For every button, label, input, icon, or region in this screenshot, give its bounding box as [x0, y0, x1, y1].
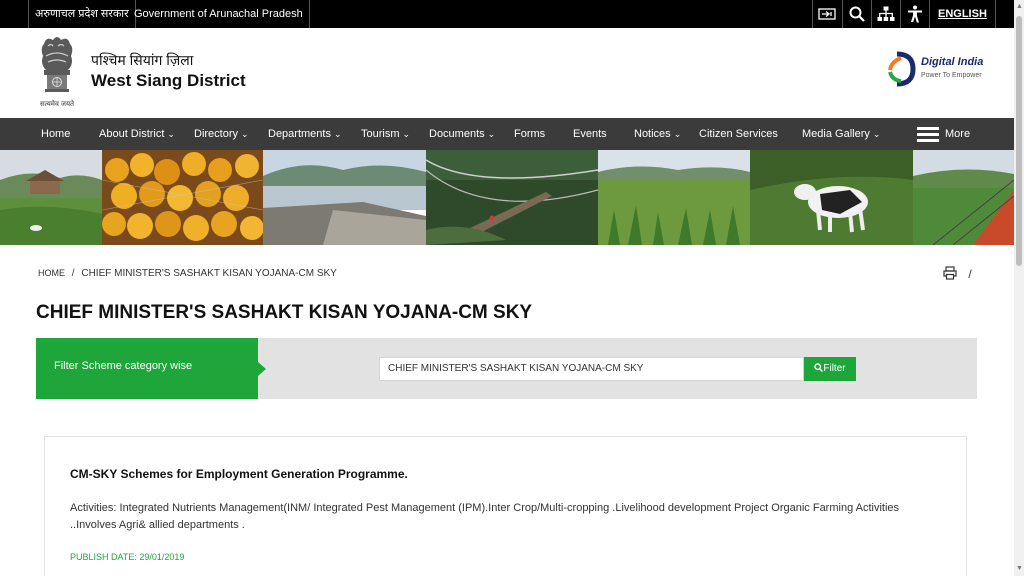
- filter-button-label: Filter: [823, 363, 846, 374]
- page-scrollbar[interactable]: ▲ ▼: [1014, 0, 1024, 576]
- filter-label: Filter Scheme category wise: [36, 338, 266, 399]
- nav-events-label: Events: [573, 128, 607, 140]
- chevron-down-icon: ⌄: [167, 129, 175, 139]
- nav-forms-label: Forms: [514, 128, 546, 140]
- nav-more-button[interactable]: More: [917, 118, 970, 150]
- banner-image-bridge: [913, 150, 1014, 245]
- nav-about-district[interactable]: About District ⌄: [99, 118, 175, 150]
- publish-date: PUBLISH DATE: 29/01/2019: [70, 552, 184, 562]
- filter-button[interactable]: Filter: [804, 357, 856, 381]
- digital-india-title: Digital India: [921, 56, 984, 68]
- nav-notices-label: Notices: [634, 128, 671, 140]
- scheme-card: CM-SKY Schemes for Employment Generation…: [44, 436, 967, 576]
- banner-image-river: [263, 150, 426, 245]
- national-emblem-logo[interactable]: सत्यमेव जयते: [34, 34, 80, 114]
- chevron-down-icon: ⌄: [673, 129, 682, 139]
- government-name-english[interactable]: Government of Arunachal Pradesh: [128, 0, 310, 28]
- page-title: CHIEF MINISTER'S SASHAKT KISAN YOJANA-CM…: [36, 302, 533, 323]
- nav-tourism[interactable]: Tourism ⌄: [361, 118, 410, 150]
- nav-notices[interactable]: Notices ⌄: [634, 118, 681, 150]
- print-separator: /: [968, 266, 972, 281]
- nav-departments-label: Departments: [268, 128, 331, 140]
- search-icon[interactable]: [842, 0, 871, 28]
- nav-home-label: Home: [41, 128, 71, 140]
- scheme-title[interactable]: CM-SKY Schemes for Employment Generation…: [70, 467, 408, 481]
- print-controls: /: [943, 266, 972, 283]
- breadcrumb-current: CHIEF MINISTER'S SASHAKT KISAN YOJANA-CM…: [81, 268, 337, 279]
- site-name-english[interactable]: West Siang District: [91, 71, 246, 91]
- nav-departments[interactable]: Departments ⌄: [268, 118, 342, 150]
- scheme-category-select[interactable]: CHIEF MINISTER'S SASHAKT KISAN YOJANA-CM…: [379, 357, 804, 381]
- site-name-hindi[interactable]: पश्चिम सियांग ज़िला: [91, 51, 193, 70]
- digital-india-tagline: Power To Empower: [921, 72, 982, 79]
- nav-tourism-label: Tourism: [361, 128, 400, 140]
- chevron-down-icon: ⌄: [333, 129, 342, 139]
- publish-date-label: PUBLISH DATE:: [70, 552, 137, 562]
- breadcrumb: HOME / CHIEF MINISTER'S SASHAKT KISAN YO…: [38, 268, 337, 279]
- hamburger-menu-icon: [917, 126, 939, 143]
- nav-events[interactable]: Events: [573, 118, 607, 150]
- nav-directory[interactable]: Directory ⌄: [194, 118, 249, 150]
- sitemap-icon[interactable]: [871, 0, 900, 28]
- language-switch[interactable]: ENGLISH: [929, 0, 996, 28]
- breadcrumb-separator: /: [71, 268, 75, 279]
- nav-citizen-services[interactable]: Citizen Services: [699, 118, 778, 150]
- scrollbar-thumb[interactable]: [1016, 16, 1022, 266]
- digital-india-logo[interactable]: Digital India Power To Empower: [885, 50, 985, 90]
- scroll-up-arrow-icon[interactable]: ▲: [1016, 3, 1023, 10]
- banner-image-field: [598, 150, 750, 245]
- nav-directory-label: Directory: [194, 128, 239, 140]
- banner-image-village: [0, 150, 102, 245]
- nav-media-gallery[interactable]: Media Gallery ⌄: [802, 118, 880, 150]
- banner-photo-strip: [0, 150, 1014, 245]
- banner-image-oranges: [102, 150, 263, 245]
- chevron-down-icon: ⌄: [872, 129, 881, 139]
- emblem-motto: सत्यमेव जयते: [39, 101, 75, 108]
- nav-media-gallery-label: Media Gallery: [802, 128, 870, 140]
- nav-forms[interactable]: Forms: [514, 118, 545, 150]
- nav-documents[interactable]: Documents ⌄: [429, 118, 495, 150]
- site-header: सत्यमेव जयते पश्चिम सियांग ज़िला West Si…: [0, 28, 1014, 118]
- nav-home[interactable]: Home: [41, 118, 70, 150]
- accessibility-icon[interactable]: [900, 0, 929, 28]
- top-utility-bar: अरुणाचल प्रदेश सरकार Government of Aruna…: [0, 0, 1014, 28]
- nav-about-district-label: About District: [99, 128, 165, 140]
- scroll-down-arrow-icon[interactable]: ▼: [1016, 565, 1023, 572]
- banner-image-mithun: [750, 150, 913, 245]
- government-name-hindi[interactable]: अरुणाचल प्रदेश सरकार: [28, 0, 136, 28]
- banner-image-hanging-bridge: [426, 150, 598, 245]
- publish-date-value: 29/01/2019: [139, 552, 185, 562]
- chevron-down-icon: ⌄: [402, 129, 411, 139]
- nav-more-label: More: [945, 128, 971, 140]
- scheme-filter-bar: Filter Scheme category wise CHIEF MINIST…: [36, 338, 977, 399]
- nav-documents-label: Documents: [429, 128, 485, 140]
- main-navigation: Home About District ⌄ Directory ⌄ Departme…: [0, 118, 1014, 150]
- chevron-down-icon: ⌄: [487, 129, 496, 139]
- breadcrumb-home-link[interactable]: HOME: [38, 268, 65, 278]
- nav-citizen-services-label: Citizen Services: [699, 128, 778, 140]
- print-icon[interactable]: [943, 266, 957, 283]
- chevron-down-icon: ⌄: [241, 129, 249, 139]
- skip-to-content-icon[interactable]: [812, 0, 841, 28]
- scheme-description: Activities: Integrated Nutrients Managem…: [70, 502, 900, 531]
